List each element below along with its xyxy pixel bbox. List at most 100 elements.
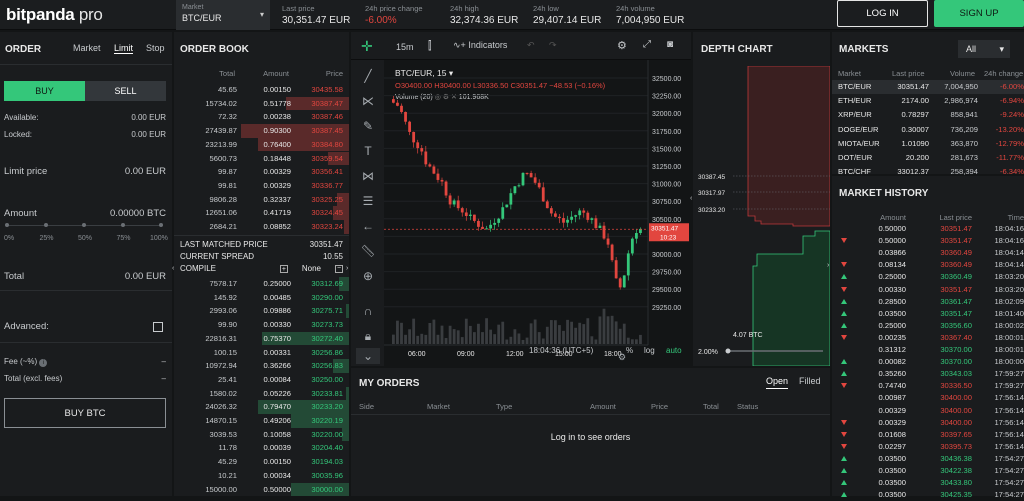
- gear-icon[interactable]: ⚙: [617, 39, 627, 52]
- market-row[interactable]: ETH/EUR 2174.00 2,986,974 -6.94%: [832, 94, 1024, 108]
- auto-toggle[interactable]: auto: [666, 346, 682, 355]
- bid-row[interactable]: 2993.06 0.09886 30275.71: [174, 304, 349, 319]
- row-price: 30387.46: [311, 112, 343, 122]
- expand-right-icon[interactable]: ›: [827, 262, 829, 269]
- chevron-down-icon[interactable]: ⌄: [356, 348, 380, 364]
- percent-toggle[interactable]: %: [626, 346, 633, 355]
- indicators-button[interactable]: ∿+ Indicators: [453, 40, 507, 51]
- log-toggle[interactable]: log: [644, 346, 655, 355]
- zoom-in-icon[interactable]: ⊕: [360, 268, 376, 284]
- text-tool-icon[interactable]: T: [360, 143, 376, 159]
- bid-row[interactable]: 3039.53 0.10058 30220.00: [174, 427, 349, 442]
- bid-row[interactable]: 25.41 0.00084 30250.00: [174, 373, 349, 387]
- bid-row[interactable]: 145.92 0.00485 30290.00: [174, 291, 349, 305]
- bid-row[interactable]: 22816.31 0.75370 30272.40: [174, 331, 349, 346]
- stat-value: 30,351.47 EUR: [282, 15, 351, 26]
- volume-bar: [424, 334, 428, 344]
- tab-limit[interactable]: Limit: [114, 43, 134, 54]
- ask-row[interactable]: 72.32 0.00238 30387.46: [174, 110, 349, 124]
- ask-row[interactable]: 99.81 0.00329 30336.77: [174, 179, 349, 193]
- slider-stop[interactable]: [82, 223, 86, 227]
- tab-open[interactable]: Open: [766, 376, 789, 389]
- ask-row[interactable]: 15734.02 0.51778 30387.47: [174, 96, 349, 111]
- bid-row[interactable]: 45.29 0.00150 30194.03: [174, 455, 349, 469]
- bid-row[interactable]: 10972.94 0.36266 30256.83: [174, 359, 349, 373]
- bid-row[interactable]: 24026.32 0.79470 30233.20: [174, 400, 349, 414]
- bid-row[interactable]: 15000.00 0.50000 30000.00: [174, 482, 349, 497]
- tab-filled[interactable]: Filled: [799, 376, 821, 386]
- sell-toggle[interactable]: SELL: [85, 81, 166, 101]
- market-row[interactable]: DOT/EUR 20.200 281,673 -11.77%: [832, 151, 1024, 165]
- market-row[interactable]: BTC/EUR 30351.47 7,004,950 -6.00%: [832, 80, 1024, 95]
- expand-right-icon[interactable]: ›: [346, 265, 348, 272]
- login-button[interactable]: LOG IN: [837, 0, 928, 27]
- ask-row[interactable]: 99.87 0.00329 30356.41: [174, 165, 349, 179]
- row-amount: 0.00084: [263, 374, 291, 384]
- markets-filter-select[interactable]: All ▾: [958, 40, 1010, 58]
- interval-button[interactable]: 15m: [396, 42, 414, 52]
- ask-row[interactable]: 5600.73 0.18448 30359.54: [174, 151, 349, 166]
- amount-field[interactable]: Amount 0.00000 BTC: [4, 208, 166, 219]
- measure-tool-icon[interactable]: ☰: [360, 193, 376, 209]
- slider-stop[interactable]: [5, 223, 9, 227]
- limit-price-field[interactable]: Limit price 0.00 EUR: [4, 166, 166, 177]
- collapse-left-icon[interactable]: ‹: [172, 265, 174, 272]
- compile-value: None: [301, 264, 321, 273]
- ruler-icon[interactable]: 📏︎: [360, 243, 376, 259]
- collapse-left-icon[interactable]: ‹: [690, 195, 692, 202]
- candlestick-chart[interactable]: 32500.00 32250.00 32000.00 31750.00 31500.00…: [384, 60, 691, 366]
- pattern-tool-icon[interactable]: ⋈: [360, 168, 376, 184]
- slider-stop[interactable]: [43, 223, 48, 227]
- market-row[interactable]: MIOTA/EUR 1.01090 363,870 -12.79%: [832, 137, 1024, 151]
- volume-bar: [525, 337, 529, 344]
- divider: [0, 342, 172, 343]
- undo-icon[interactable]: ↶: [527, 40, 535, 51]
- ask-row[interactable]: 2684.21 0.08852 30323.24: [174, 220, 349, 234]
- bid-row[interactable]: 10.21 0.00034 30035.96: [174, 469, 349, 483]
- candle-type-icon[interactable]: ⫿: [428, 40, 432, 53]
- bid-row[interactable]: 99.90 0.00330 30273.73: [174, 318, 349, 332]
- brand-logo[interactable]: bitpanda pro: [6, 5, 103, 25]
- bid-row[interactable]: 11.78 0.00039 30204.40: [174, 441, 349, 455]
- bid-row[interactable]: 7578.17 0.25000 30312.69: [174, 277, 349, 291]
- trade-amount: 0.03500: [878, 453, 906, 463]
- market-row[interactable]: XRP/EUR 0.78297 858,941 -9.24%: [832, 108, 1024, 122]
- market-selector[interactable]: Market BTC/EUR ▾: [176, 0, 270, 30]
- slider-stop[interactable]: [120, 223, 125, 227]
- volume-bar: [428, 322, 432, 344]
- brush-icon[interactable]: ✎: [360, 118, 376, 134]
- trend-line-icon[interactable]: ╱: [360, 68, 376, 84]
- redo-icon[interactable]: ↷: [549, 40, 557, 51]
- arrow-left-icon[interactable]: ←: [360, 218, 376, 234]
- price-tag-value: 30351.47: [651, 225, 678, 232]
- row-price: 30233.20: [311, 402, 343, 412]
- fib-tool-icon[interactable]: ⋉: [360, 93, 376, 109]
- ask-row[interactable]: 27439.87 0.90300 30387.45: [174, 124, 349, 138]
- plus-icon[interactable]: +: [279, 264, 288, 273]
- bid-row[interactable]: 14870.15 0.49206 30220.19: [174, 414, 349, 428]
- trade-amount: 0.31312: [878, 345, 906, 354]
- ask-row[interactable]: 23213.99 0.76400 30384.80: [174, 137, 349, 152]
- tab-stop[interactable]: Stop: [146, 43, 165, 53]
- magnet-icon[interactable]: ∩: [360, 303, 376, 319]
- tab-market[interactable]: Market: [73, 43, 101, 53]
- signup-button[interactable]: SIGN UP: [934, 0, 1024, 27]
- ask-row[interactable]: 45.65 0.00150 30435.58: [174, 83, 349, 97]
- bid-row[interactable]: 100.15 0.00331 30256.86: [174, 346, 349, 360]
- market-change: -11.77%: [996, 153, 1024, 162]
- buy-toggle[interactable]: BUY: [4, 81, 85, 101]
- slider-stop[interactable]: [159, 223, 163, 227]
- lock-icon[interactable]: 🔒︎: [360, 328, 376, 344]
- buy-btc-button[interactable]: BUY BTC: [4, 398, 166, 428]
- ask-row[interactable]: 9806.28 0.32337 30325.25: [174, 192, 349, 207]
- depth-chart[interactable]: 30387.45 30317.97 30233.20 4.07 BTC 2.00%: [693, 66, 830, 366]
- trade-time: 18:00:01: [994, 345, 1024, 354]
- advanced-checkbox[interactable]: [153, 322, 163, 332]
- minus-icon[interactable]: −: [335, 264, 343, 273]
- market-row[interactable]: DOGE/EUR 0.30007 736,209 -13.20%: [832, 123, 1024, 137]
- camera-icon[interactable]: ◙: [667, 39, 673, 50]
- fullscreen-icon[interactable]: ⤢: [643, 39, 651, 50]
- crosshair-icon[interactable]: ✛: [361, 38, 373, 55]
- bid-row[interactable]: 1580.02 0.05226 30233.81: [174, 386, 349, 401]
- ask-row[interactable]: 12651.06 0.41719 30324.45: [174, 206, 349, 220]
